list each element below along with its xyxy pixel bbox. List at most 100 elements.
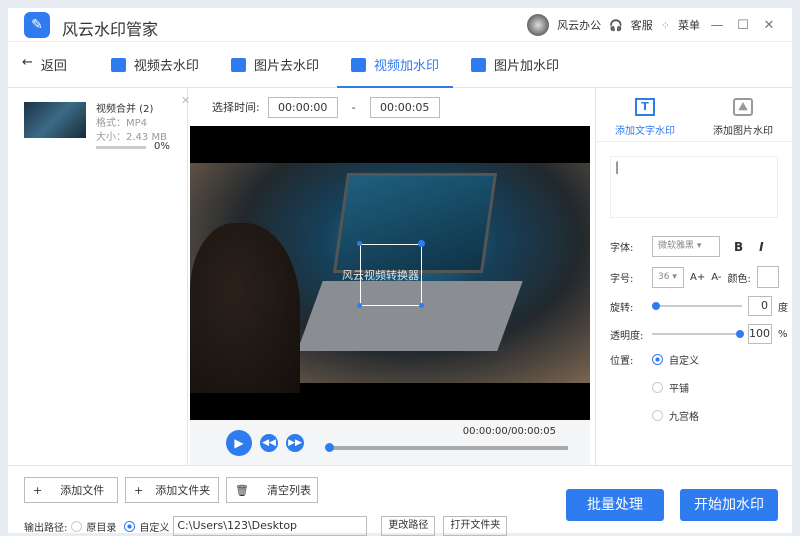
original-dir-radio[interactable] [71,520,83,532]
opacity-slider[interactable] [652,330,744,338]
trash-icon: 🗑 [235,483,249,497]
tab-label: 添加图片水印 [713,126,773,137]
image-icon: ⛰ [733,98,753,116]
watermark-text: 风云视频转换器 [342,269,419,282]
tab-image-watermark[interactable]: ⛰ 添加图片水印 [694,88,792,141]
italic-button[interactable]: I [759,240,763,254]
text-icon: T [635,98,655,116]
video-preview: 风云视频转换器 [190,126,590,420]
tab-label: 图片加水印 [493,59,559,74]
nav-bar: ← 返回 视频去水印 图片去水印 视频加水印 图片加水印 [8,42,792,88]
tab-text-watermark[interactable]: T 添加文字水印 [596,88,694,141]
play-button[interactable]: ▶ [226,430,252,456]
batch-process-button[interactable]: 批量处理 [566,489,664,521]
add-file-button[interactable]: + 添加文件 [24,477,118,503]
clear-list-button[interactable]: 🗑 清空列表 [226,477,318,503]
custom-dir-radio[interactable] [124,520,136,532]
app-window: ✎ 风云水印管家 风云办公 🎧 客服 ⁘ 菜单 — ☐ ✕ ← 返回 视频去水印 … [8,8,792,536]
resize-handle[interactable] [419,303,424,308]
tab-label: 添加文字水印 [615,126,675,137]
user-name[interactable]: 风云办公 [557,17,601,33]
start-time-input[interactable]: 00:00:00 [267,96,338,118]
tab-video-remove[interactable]: 视频去水印 [95,42,215,88]
color-picker[interactable] [756,266,779,288]
tab-image-add[interactable]: 图片加水印 [455,42,575,88]
rewind-button[interactable]: ◀◀ [260,434,278,452]
avatar[interactable] [527,14,550,36]
file-item[interactable]: 视频合并 (2) 格式：MP4 大小：2.43 MB 0% ✕ [16,94,190,156]
time-separator: - [351,100,356,114]
file-progress [96,146,146,149]
position-tile-radio[interactable] [652,382,663,393]
image-icon [230,57,246,72]
radio-label: 自定义 [139,522,170,534]
app-title: 风云水印管家 [62,20,159,39]
size-label: 字号: [610,273,634,285]
position-custom-radio[interactable] [652,354,663,365]
preview-panel: 选择时间: 00:00:00 - 00:00:05 风云视频转换器 ▶ ◀◀ ▶… [190,88,590,465]
opacity-label: 透明度: [610,330,644,342]
rotate-input[interactable]: 0 [748,296,772,316]
remove-file-icon[interactable]: ✕ [181,94,190,107]
position-option: 自定义 [669,356,699,367]
file-thumbnail [24,102,86,138]
output-path-input[interactable]: C:\Users\123\Desktop [173,516,368,536]
change-path-button[interactable]: 更改路径 [381,516,436,536]
position-grid-radio[interactable] [652,410,663,421]
back-label: 返回 [40,59,67,74]
radio-label: 原目录 [86,522,117,534]
title-bar: ✎ 风云水印管家 风云办公 🎧 客服 ⁘ 菜单 — ☐ ✕ [8,8,792,42]
forward-button[interactable]: ▶▶ [286,434,304,452]
font-select[interactable]: 微软雅黑 ▾ [652,236,720,257]
color-label: 颜色: [727,273,751,285]
bold-button[interactable]: B [734,240,743,254]
close-button[interactable]: ✕ [760,18,778,33]
end-time-input[interactable]: 00:00:05 [369,96,440,118]
position-option: 平铺 [669,384,689,395]
start-watermark-button[interactable]: 开始加水印 [680,489,778,521]
menu-icon: ⁘ [660,18,670,32]
rotate-handle[interactable] [418,240,425,247]
tab-label: 视频加水印 [373,59,439,74]
increase-font-button[interactable]: A+ [690,272,705,283]
app-logo-icon: ✎ [24,12,50,38]
seek-bar[interactable] [328,446,568,450]
watermark-text-input[interactable]: | [610,156,778,218]
service-button[interactable]: 客服 [631,17,653,33]
watermark-settings: T 添加文字水印 ⛰ 添加图片水印 | 字体: 微软雅黑 ▾ B I 字号: 36 … [595,88,792,465]
rotate-slider[interactable] [652,302,742,310]
menu-button[interactable]: 菜单 [678,17,700,33]
position-option: 九宫格 [669,412,699,423]
file-name: 视频合并 (2) [96,104,154,115]
rotate-label: 旋转: [610,302,634,314]
opacity-input[interactable]: 100 [748,324,772,344]
back-button[interactable]: ← 返回 [22,55,67,74]
bottom-bar: + 添加文件 + 添加文件夹 🗑 清空列表 输出路径: 原目录 自定义 C:\User… [8,465,792,536]
image-icon [470,57,486,72]
headset-icon: 🎧 [609,18,623,32]
resize-handle[interactable] [357,241,362,246]
position-label: 位置: [610,356,634,367]
maximize-button[interactable]: ☐ [734,18,752,33]
video-icon [350,57,366,72]
player-controls: ▶ ◀◀ ▶▶ 00:00:00/00:00:05 [190,420,590,465]
tab-image-remove[interactable]: 图片去水印 [215,42,335,88]
video-icon [110,57,126,72]
rotate-unit: 度 [778,302,788,314]
seek-knob[interactable] [325,443,334,452]
time-label: 选择时间: [212,101,260,114]
decrease-font-button[interactable]: A- [711,272,721,283]
file-progress-label: 0% [154,141,170,152]
opacity-unit: % [778,328,788,340]
resize-handle[interactable] [357,303,362,308]
size-select[interactable]: 36 ▾ [652,266,684,288]
font-label: 字体: [610,243,634,254]
arrow-left-icon: ← [22,55,33,70]
tab-video-add[interactable]: 视频加水印 [335,42,455,88]
output-label: 输出路径: [24,522,68,534]
file-format: 格式：MP4 [96,118,148,129]
open-folder-button[interactable]: 打开文件夹 [443,516,508,536]
tab-label: 视频去水印 [133,59,199,74]
minimize-button[interactable]: — [708,18,726,33]
add-folder-button[interactable]: + 添加文件夹 [125,477,219,503]
